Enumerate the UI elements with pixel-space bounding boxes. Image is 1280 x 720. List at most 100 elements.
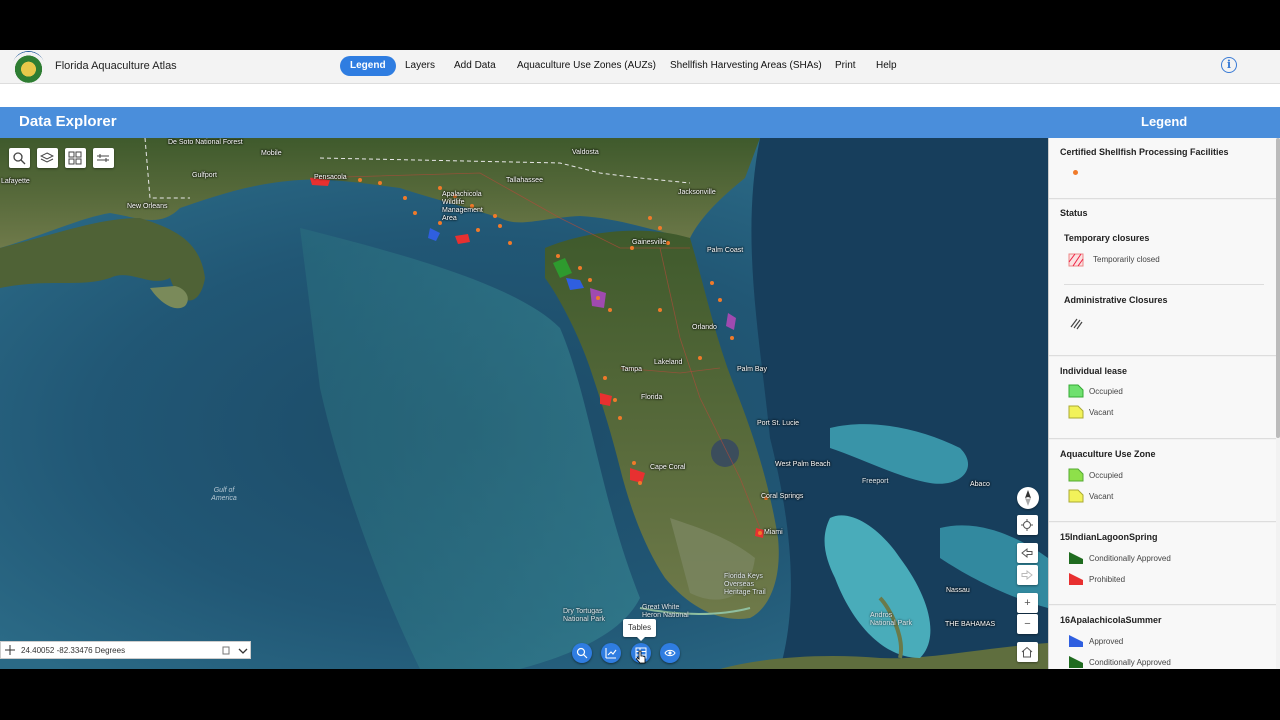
nav-print[interactable]: Print: [825, 56, 866, 76]
legend-apalachicola-title: 16ApalachicolaSummer: [1060, 615, 1162, 625]
map-label-florida-keys: Florida Keys Overseas Heritage Trail: [724, 573, 766, 596]
legend-indian-lagoon-spring: 15IndianLagoonSpring Conditionally Appro…: [1049, 523, 1276, 605]
compass-icon: [1025, 490, 1031, 506]
indian-lagoon-prohibited-label: Prohibited: [1089, 575, 1126, 584]
top-navigation-bar: Florida Aquaculture Atlas Legend Layers …: [0, 50, 1280, 84]
map-label-dry-tortugas: Dry Tortugas National Park: [563, 608, 606, 623]
auz-vacant-swatch: [1068, 489, 1084, 503]
auz-occupied-label: Occupied: [1089, 471, 1123, 480]
legend-indian-lagoon-title: 15IndianLagoonSpring: [1060, 532, 1158, 542]
layers-tool-button[interactable]: [37, 148, 58, 168]
map-label-coral-springs: Coral Springs: [761, 493, 804, 500]
legend-panel-title: Legend: [1141, 114, 1188, 129]
nav-shellfish-harvesting-areas[interactable]: Shellfish Harvesting Areas (SHAs): [660, 56, 832, 76]
map-label-mobile: Mobile: [261, 150, 282, 157]
nav-legend[interactable]: Legend: [340, 56, 396, 76]
layers-icon: [40, 152, 54, 163]
legend-auz-title: Aquaculture Use Zone: [1060, 449, 1156, 459]
map-label-great-white-heron: Great White Heron National: [642, 604, 689, 619]
map-label-palm-coast: Palm Coast: [707, 247, 744, 254]
map-label-tallahassee: Tallahassee: [506, 177, 543, 184]
map-label-gulfport: Gulfport: [192, 172, 217, 179]
auz-occupied-swatch: [1068, 468, 1084, 482]
legend-panel[interactable]: Certified Shellfish Processing Facilitie…: [1048, 138, 1280, 669]
locate-button[interactable]: [1017, 515, 1038, 535]
search-tool-button[interactable]: [9, 148, 30, 168]
bottom-search-button[interactable]: [572, 643, 592, 663]
apalachicola-approved-label: Approved: [1089, 637, 1124, 646]
zoom-out-button[interactable]: −: [1017, 614, 1038, 634]
eye-icon: [664, 649, 676, 657]
map-label-jacksonville: Jacksonville: [678, 189, 716, 196]
facility-dot-swatch: [1073, 170, 1078, 175]
copy-icon[interactable]: [222, 646, 230, 655]
map-label-palm-bay: Palm Bay: [737, 366, 767, 373]
info-icon[interactable]: i: [1221, 57, 1237, 73]
map-label-gainesville: Gainesville: [632, 239, 667, 246]
home-icon: [1021, 646, 1033, 658]
legend-individual-lease: Individual lease Occupied Vacant: [1049, 357, 1276, 439]
chart-icon: [605, 648, 617, 659]
locate-icon: [1021, 519, 1033, 531]
legend-certified-title: Certified Shellfish Processing Facilitie…: [1060, 147, 1229, 157]
legend-apalachicola-summer: 16ApalachicolaSummer Approved Conditiona…: [1049, 606, 1276, 669]
auz-vacant-label: Vacant: [1089, 492, 1114, 501]
map-label-tampa: Tampa: [621, 366, 643, 373]
temporary-closure-hatch-swatch: [1068, 253, 1084, 267]
legend-administrative-closures-title: Administrative Closures: [1064, 295, 1168, 305]
map-label-apalachicola-wma: Apalachicola Wildlife Management Area: [442, 191, 483, 222]
map-view[interactable]: De Soto National Forest Mobile Gulfport …: [0, 138, 1048, 669]
coordinate-readout[interactable]: 24.40052 -82.33476 Degrees: [0, 641, 251, 659]
map-label-lakeland: Lakeland: [654, 359, 683, 366]
grid-tool-button[interactable]: [65, 148, 86, 168]
satellite-basemap: [0, 138, 1048, 669]
apalachicola-conditionally-approved-swatch: [1069, 656, 1083, 668]
crosshair-icon: [5, 645, 15, 655]
coordinate-text: 24.40052 -82.33476 Degrees: [21, 646, 126, 655]
nav-add-data[interactable]: Add Data: [444, 56, 506, 76]
home-button[interactable]: [1017, 642, 1038, 662]
legend-temporary-closures-title: Temporary closures: [1064, 233, 1150, 243]
bottom-visibility-button[interactable]: [660, 643, 680, 663]
map-label-west-palm-beach: West Palm Beach: [775, 461, 831, 468]
header-band: Data Explorer Legend: [0, 107, 1280, 138]
legend-certified-facilities: Certified Shellfish Processing Facilitie…: [1049, 138, 1276, 199]
map-label-new-orleans: New Orleans: [127, 203, 168, 210]
previous-extent-button[interactable]: [1017, 543, 1038, 563]
bottom-chart-button[interactable]: [601, 643, 621, 663]
nav-layers[interactable]: Layers: [395, 56, 445, 76]
indian-lagoon-prohibited-swatch: [1069, 573, 1083, 585]
map-label-orlando: Orlando: [692, 324, 717, 331]
legend-temporarily-closed-label: Temporarily closed: [1093, 255, 1160, 264]
chevron-down-icon[interactable]: [238, 648, 248, 654]
app-window: Florida Aquaculture Atlas Legend Layers …: [0, 50, 1280, 669]
legend-status-title: Status: [1060, 208, 1088, 218]
administrative-closure-hatch-swatch: [1070, 318, 1083, 330]
apalachicola-conditionally-approved-label: Conditionally Approved: [1089, 658, 1171, 667]
map-label-miami: Miami: [764, 529, 783, 536]
map-label-de-soto: De Soto National Forest: [168, 139, 243, 146]
map-label-the-bahamas: THE BAHAMAS: [945, 621, 996, 628]
tables-tooltip: Tables: [623, 619, 657, 637]
map-label-abaco: Abaco: [970, 481, 990, 488]
lease-occupied-swatch: [1068, 384, 1084, 398]
map-label-pensacola: Pensacola: [314, 174, 347, 181]
apalachicola-approved-swatch: [1069, 635, 1083, 647]
zoom-in-button[interactable]: +: [1017, 593, 1038, 613]
map-label-valdosta: Valdosta: [572, 149, 599, 156]
next-extent-button[interactable]: [1017, 565, 1038, 585]
indian-lagoon-conditionally-approved-swatch: [1069, 552, 1083, 564]
measure-tool-button[interactable]: [93, 148, 114, 168]
map-label-andros: Andros National Park: [870, 612, 913, 627]
tooltip-arrow: [636, 636, 646, 641]
legend-scrollbar[interactable]: [1276, 138, 1280, 438]
nav-help[interactable]: Help: [866, 56, 907, 76]
lease-vacant-swatch: [1068, 405, 1084, 419]
arrow-right-icon: [1021, 569, 1033, 581]
nav-aquaculture-use-zones[interactable]: Aquaculture Use Zones (AUZs): [507, 56, 666, 76]
app-title: Florida Aquaculture Atlas: [55, 60, 177, 72]
measure-icon: [97, 154, 109, 162]
compass-button[interactable]: [1017, 487, 1039, 509]
florida-seal-icon[interactable]: [12, 51, 45, 84]
legend-status: Status Temporary closures Temporarily cl…: [1049, 200, 1276, 356]
